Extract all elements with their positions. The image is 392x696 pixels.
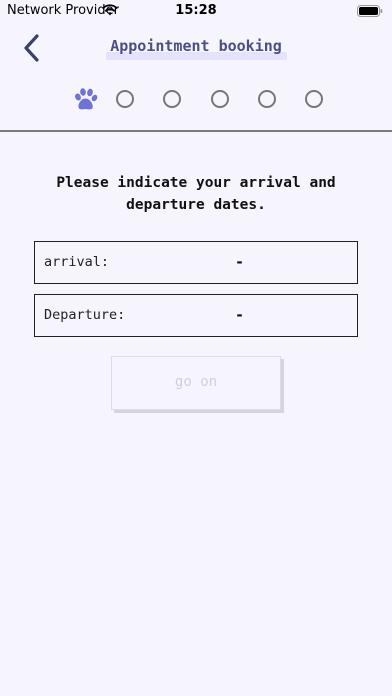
go-on-button[interactable]: go on (111, 356, 281, 410)
departure-label: Departure: (44, 307, 126, 323)
departure-value: - (235, 306, 245, 324)
status-time: 15:28 (175, 3, 217, 18)
step-indicator (0, 84, 392, 116)
step-2-indicator (116, 90, 134, 108)
page-title: Appointment booking (110, 37, 282, 55)
step-6-indicator (305, 90, 323, 108)
step-4-indicator (211, 90, 229, 108)
arrival-label: arrival: (44, 254, 110, 270)
step-5-indicator (258, 90, 276, 108)
instruction-text: Please indicate your arrival and departu… (56, 175, 336, 213)
step-3-indicator (163, 90, 181, 108)
arrival-value: - (235, 253, 245, 271)
battery-icon (357, 5, 383, 17)
navigation-bar: Appointment booking (0, 22, 392, 80)
status-bar: Network Provider 15:28 (0, 0, 392, 22)
header-divider (0, 130, 392, 132)
arrival-date-field[interactable]: arrival: - (34, 241, 358, 284)
paw-icon (75, 88, 98, 110)
departure-date-field[interactable]: Departure: - (34, 294, 358, 337)
